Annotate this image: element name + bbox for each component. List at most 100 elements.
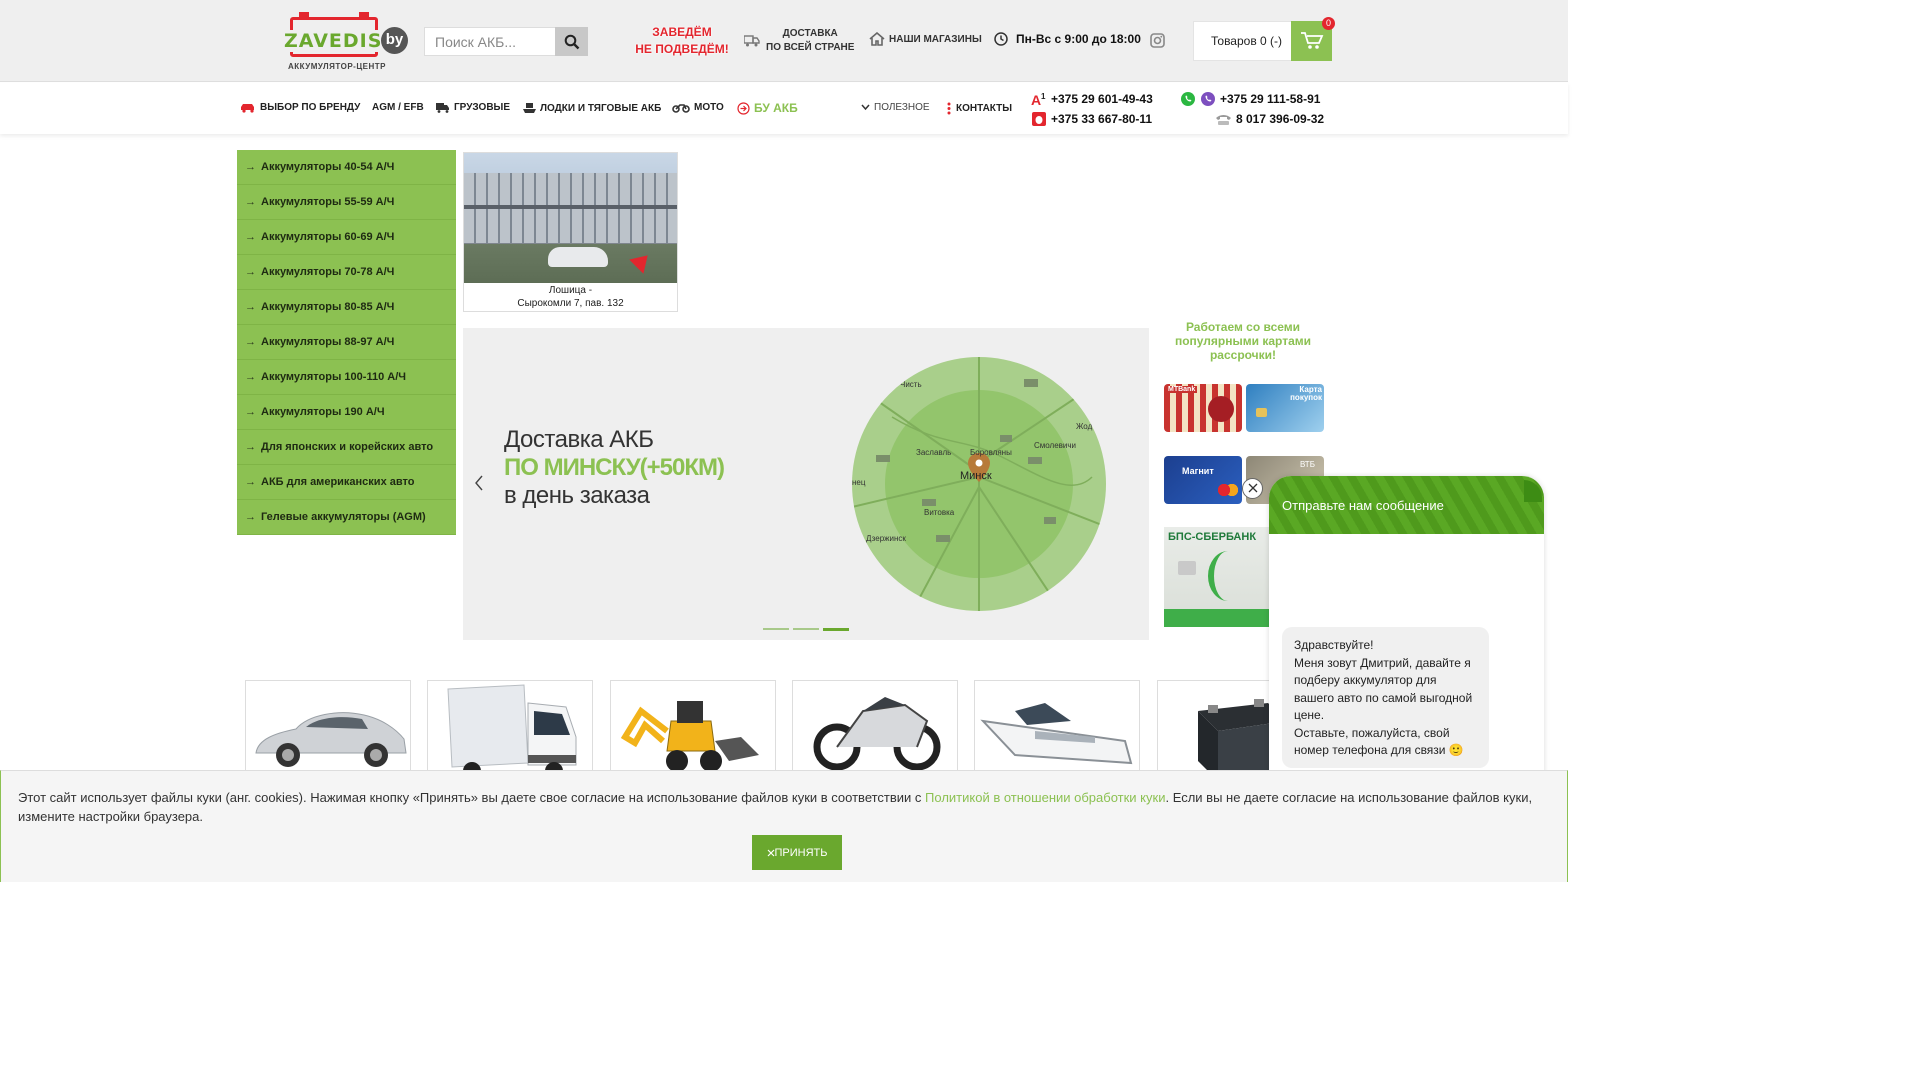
category-tile-boats[interactable] — [974, 680, 1140, 780]
slogan-line-2: НЕ ПОДВЕДЁМ! — [635, 42, 729, 56]
box-truck-icon — [447, 684, 577, 779]
search-button[interactable] — [555, 27, 588, 56]
pointer-arrow-icon — [629, 248, 655, 274]
phone-a1-number: +375 29 601-49-43 — [1051, 92, 1153, 106]
truck-icon — [744, 35, 760, 47]
slider-dot-3[interactable] — [823, 628, 849, 631]
stores-link[interactable]: НАШИ МАГАЗИНЫ — [869, 32, 982, 46]
instagram-link[interactable] — [1150, 33, 1165, 53]
map-label: Смолевичи — [1034, 441, 1076, 450]
cart[interactable]: Товаров 0 (-) 0 — [1193, 17, 1335, 61]
svg-text:A: A — [1031, 92, 1041, 107]
logo-subtitle: АККУМУЛЯТОР-ЦЕНТР — [288, 62, 387, 71]
search-input[interactable] — [424, 27, 555, 56]
clock-icon — [994, 32, 1008, 46]
sidebar-item-label: АКБ для американских авто — [261, 476, 415, 488]
chat-header[interactable]: Отправьте нам сообщение — [1269, 476, 1544, 534]
phone-mts[interactable]: +375 33 667-80-11 — [1031, 109, 1153, 129]
home-icon — [869, 32, 885, 46]
chevron-down-icon — [861, 104, 870, 111]
sidebar-item[interactable]: → Гелевые аккумуляторы (AGM) — [237, 500, 456, 535]
cart-summary: Товаров 0 (-) — [1211, 34, 1283, 48]
installment-card-bps[interactable]: БПС-СБЕРБАНК — [1164, 527, 1270, 627]
working-hours: Пн-Вс с 9:00 до 18:00 — [994, 32, 1141, 46]
sidebar-item-label: Аккумуляторы 190 А/Ч — [261, 406, 385, 418]
map-label: Боровляны — [970, 448, 1012, 457]
hours-text: Пн-Вс с 9:00 до 18:00 — [1016, 32, 1141, 46]
building-band — [464, 205, 677, 209]
chat-close-button[interactable] — [1242, 478, 1263, 499]
phone-city[interactable]: 8 017 396-09-32 — [1180, 109, 1324, 129]
arrow-right-icon: → — [245, 231, 256, 243]
category-tile-cars[interactable] — [245, 680, 411, 780]
chat-minimize-handle[interactable] — [1524, 480, 1542, 502]
installment-card-magnit[interactable]: Магнит — [1164, 456, 1242, 504]
sidebar-item[interactable]: → АКБ для американских авто — [237, 465, 456, 500]
nav-trucks[interactable]: ГРУЗОВЫЕ — [436, 102, 510, 113]
card-stripe — [1164, 609, 1270, 627]
map-label: нец — [852, 478, 866, 487]
arrow-right-icon: → — [245, 406, 256, 418]
cookie-policy-link[interactable]: Политикой в отношении обработки куки — [925, 790, 1165, 805]
logo[interactable]: ZAVEDIS by АККУМУЛЯТОР-ЦЕНТР — [284, 12, 410, 73]
sidebar-item[interactable]: → Аккумуляторы 70-78 А/Ч — [237, 255, 456, 290]
category-tile-moto[interactable] — [792, 680, 958, 780]
sidebar-item-label: Аккумуляторы 100-110 А/Ч — [261, 371, 406, 383]
whatsapp-icon — [1181, 92, 1195, 106]
card-emblem — [1208, 396, 1234, 422]
phone-viber[interactable]: +375 29 111-58-91 — [1180, 89, 1324, 109]
sidebar-item-label: Для японских и корейских авто — [261, 441, 434, 453]
category-tile-trucks[interactable] — [427, 680, 593, 780]
slider-prev-button[interactable] — [469, 472, 489, 496]
nav-used[interactable]: БУ АКБ — [737, 101, 798, 115]
nav-boats[interactable]: ЛОДКИ И ТЯГОВЫЕ АКБ — [523, 102, 661, 114]
cookie-accept-button[interactable]: ПРИНЯТЬ — [752, 835, 842, 870]
category-tile-special[interactable] — [610, 680, 776, 780]
installment-card-karta-pokupok[interactable]: Карта покупок — [1246, 384, 1324, 432]
arrow-right-icon: → — [245, 441, 256, 453]
car-shape — [548, 247, 608, 267]
delivery-link[interactable]: ДОСТАВКА ПО ВСЕЙ СТРАНЕ — [744, 27, 854, 55]
sidebar-item[interactable]: → Аккумуляторы 88-97 А/Ч — [237, 325, 456, 360]
installment-card-mtbank[interactable]: MTBank — [1164, 384, 1242, 432]
nav-moto[interactable]: МОТО — [672, 102, 724, 113]
cookie-accept-label: ПРИНЯТЬ — [774, 846, 828, 859]
nav-brand[interactable]: ВЫБОР ПО БРЕНДУ — [240, 102, 360, 113]
excavator-icon — [620, 701, 759, 772]
sidebar-item[interactable]: → Для японских и корейских авто — [237, 430, 456, 465]
sidebar-item-label: Аккумуляторы 60-69 А/Ч — [261, 231, 395, 243]
sidebar-item[interactable]: → Аккумуляторы 100-110 А/Ч — [237, 360, 456, 395]
sidebar-item[interactable]: → Аккумуляторы 60-69 А/Ч — [237, 220, 456, 255]
delivery-line-1: ДОСТАВКА — [782, 28, 838, 39]
slider-dot-1[interactable] — [763, 628, 789, 630]
map-label: Дзержинск — [866, 534, 906, 543]
card-network-logo — [1218, 484, 1238, 496]
phones-right: +375 29 111-58-91 8 017 396-09-32 — [1180, 89, 1324, 129]
map-label: Чисть — [900, 380, 922, 389]
sidebar-item[interactable]: → Аккумуляторы 190 А/Ч — [237, 395, 456, 430]
store-card[interactable]: Лошица - Сырокомли 7, пав. 132 — [463, 152, 678, 312]
sidebar-item-label: Аккумуляторы 55-59 А/Ч — [261, 196, 395, 208]
map-label: Жод — [1076, 422, 1093, 431]
card-label: Магнит — [1182, 466, 1214, 476]
search-icon — [564, 34, 579, 49]
chat-title: Отправьте нам сообщение — [1282, 497, 1444, 513]
cart-count-badge: 0 — [1322, 17, 1335, 30]
nav-used-label: БУ АКБ — [754, 101, 798, 115]
slider-dot-2[interactable] — [793, 628, 819, 630]
phone-a1[interactable]: A1 +375 29 601-49-43 — [1031, 89, 1153, 109]
nav-agm-label: AGM / EFB — [372, 102, 424, 113]
arrow-right-icon: → — [245, 196, 256, 208]
sidebar-item[interactable]: → Аккумуляторы 55-59 А/Ч — [237, 185, 456, 220]
card-label: Карта покупок — [1290, 385, 1322, 402]
slogan: ЗАВЕДЁМ НЕ ПОДВЕДЁМ! — [630, 24, 734, 58]
map-label: Заславль — [916, 448, 951, 457]
nav-useful[interactable]: ПОЛЕЗНОЕ — [861, 102, 930, 113]
sidebar-item[interactable]: → Аккумуляторы 80-85 А/Ч — [237, 290, 456, 325]
sidebar-item-label: Аккумуляторы 80-85 А/Ч — [261, 301, 395, 313]
nav-agm[interactable]: AGM / EFB — [372, 102, 424, 113]
nav-contacts[interactable]: КОНТАКТЫ — [946, 102, 1012, 115]
arrow-right-icon: → — [245, 371, 256, 383]
nav-trucks-label: ГРУЗОВЫЕ — [454, 102, 511, 113]
sidebar-item[interactable]: → Аккумуляторы 40-54 А/Ч — [237, 150, 456, 185]
